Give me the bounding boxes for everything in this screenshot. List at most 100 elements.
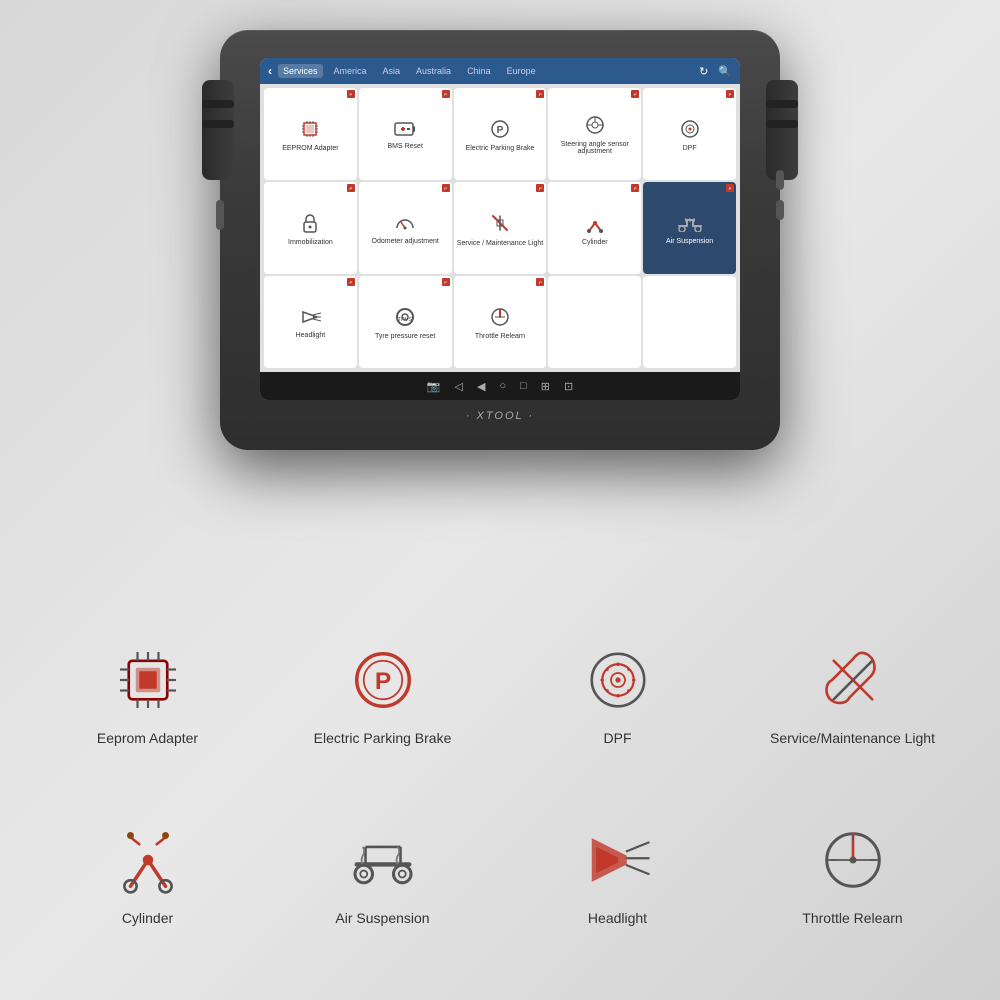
service-label-cylinder: Cylinder	[582, 239, 608, 246]
apps-btn[interactable]: ⊞	[541, 380, 550, 393]
service-label-steering: Steering angle sensor adjustment	[550, 141, 639, 155]
nav-tab-europe[interactable]: Europe	[502, 64, 541, 78]
service-label-bms: BMS Reset	[387, 143, 422, 150]
pdf-badge: P	[726, 184, 734, 192]
feature-label-maintenance: Service/Maintenance Light	[770, 730, 935, 746]
chip-icon	[300, 119, 320, 143]
service-cell-empty2	[643, 276, 736, 368]
pdf-badge: P	[442, 184, 450, 192]
feature-label-eeprom: Eeprom Adapter	[97, 730, 198, 746]
refresh-icon[interactable]: ↻	[699, 65, 708, 78]
service-cell-throttle[interactable]: P Throttle Relearn	[454, 276, 547, 368]
svg-text:P: P	[374, 668, 390, 695]
system-bar: 📷 ◁ ◀ ○ □ ⊞ ⊡	[260, 372, 740, 400]
service-label-epb: Electric Parking Brake	[466, 145, 535, 152]
pdf-badge: P	[536, 90, 544, 98]
back2-sys-btn[interactable]: ◀	[477, 380, 485, 393]
service-cell-empty1	[548, 276, 641, 368]
pdf-badge: P	[536, 278, 544, 286]
screen-content: ‹ Services America Asia Australia China …	[260, 58, 740, 400]
nav-tab-australia[interactable]: Australia	[411, 64, 456, 78]
pdf-badge: P	[347, 184, 355, 192]
features-row-1: Eeprom Adapter P Electric Parking Brake	[30, 640, 970, 810]
feature-label-throttle: Throttle Relearn	[802, 910, 902, 926]
service-cell-eeprom[interactable]: P	[264, 88, 357, 180]
service-label-tyre: Tyre pressure reset	[375, 333, 435, 340]
feature-label-cylinder: Cylinder	[122, 910, 173, 926]
nav-tab-asia[interactable]: Asia	[378, 64, 406, 78]
service-cell-epb[interactable]: P P Electric Parking Brake	[454, 88, 547, 180]
feature-headlight: Headlight	[518, 820, 718, 926]
service-cell-bms[interactable]: P BMS Reset	[359, 88, 452, 180]
feature-icon-air-suspension	[338, 820, 428, 900]
pdf-badge: P	[631, 184, 639, 192]
service-label-eeprom: EEPROM Adapter	[282, 145, 338, 152]
pdf-badge: P	[442, 90, 450, 98]
feature-icon-eeprom	[103, 640, 193, 720]
feature-throttle: Throttle Relearn	[753, 820, 953, 926]
headlight-icon	[299, 308, 321, 330]
service-cell-maintenance[interactable]: P Service / Maintenance Light	[454, 182, 547, 274]
tyre-icon: TPMS	[395, 307, 415, 331]
feature-air-suspension: Air Suspension	[283, 820, 483, 926]
pdf-badge: P	[536, 184, 544, 192]
feature-label-headlight: Headlight	[588, 910, 647, 926]
feature-epb: P Electric Parking Brake	[283, 640, 483, 746]
home-btn[interactable]: ○	[499, 380, 506, 392]
square-btn[interactable]: □	[520, 380, 527, 392]
feature-dpf: DPF	[518, 640, 718, 746]
service-cell-air-suspension[interactable]: P	[643, 182, 736, 274]
service-label-throttle: Throttle Relearn	[475, 333, 525, 340]
suspension-icon	[677, 214, 703, 236]
service-label-odometer: Odometer adjustment	[372, 238, 439, 245]
feature-eeprom: Eeprom Adapter	[48, 640, 248, 746]
feature-icon-epb: P	[338, 640, 428, 720]
service-cell-steering[interactable]: P Steering angle sensor adjustment	[548, 88, 641, 180]
back-button[interactable]: ‹	[268, 64, 272, 78]
nav-tab-china[interactable]: China	[462, 64, 496, 78]
grip-left	[202, 80, 234, 180]
throttle-icon	[490, 307, 510, 331]
pdf-badge: P	[347, 278, 355, 286]
search-icon[interactable]: 🔍	[718, 65, 732, 78]
grip-right	[766, 80, 798, 180]
features-row-2: Cylinder	[30, 820, 970, 990]
nav-tab-services[interactable]: Services	[278, 64, 323, 78]
brand-label: · XTOOL ·	[466, 410, 534, 422]
feature-icon-cylinder	[103, 820, 193, 900]
service-cell-immobilize[interactable]: P Immobilization	[264, 182, 357, 274]
feature-label-dpf: DPF	[604, 730, 632, 746]
dpf-icon	[680, 119, 700, 143]
svg-text:TPMS: TPMS	[398, 317, 413, 323]
side-button-right-2[interactable]	[776, 200, 784, 220]
screenshot-btn[interactable]: 📷	[427, 380, 441, 393]
service-label-maintenance: Service / Maintenance Light	[457, 240, 543, 247]
wrench-x-icon	[489, 212, 511, 238]
service-cell-cylinder[interactable]: P Cylinder	[548, 182, 641, 274]
service-cell-tyre[interactable]: P TPMS Tyre pressure reset	[359, 276, 452, 368]
speedometer-icon	[394, 214, 416, 236]
nav-tab-america[interactable]: America	[329, 64, 372, 78]
feature-icon-headlight	[573, 820, 663, 900]
feature-cylinder: Cylinder	[48, 820, 248, 926]
side-button-right-1[interactable]	[776, 170, 784, 190]
service-cell-odometer[interactable]: P Odometer adjustment	[359, 182, 452, 274]
cylinder-icon	[584, 213, 606, 237]
service-cell-headlight[interactable]: P Headlight	[264, 276, 357, 368]
steering-icon	[585, 115, 605, 139]
pdf-badge: P	[347, 90, 355, 98]
settings-btn[interactable]: ⊡	[564, 380, 573, 393]
service-label-dpf: DPF	[683, 145, 697, 152]
pdf-badge: P	[726, 90, 734, 98]
service-label-air-suspension: Air Suspension	[666, 238, 713, 245]
side-button-left[interactable]	[216, 200, 224, 230]
service-label-headlight: Headlight	[296, 332, 326, 339]
pdf-badge: P	[631, 90, 639, 98]
service-label-immobilize: Immobilization	[288, 239, 333, 246]
back-sys-btn[interactable]: ◁	[455, 380, 463, 393]
feature-label-air-suspension: Air Suspension	[335, 910, 429, 926]
device-body: ‹ Services America Asia Australia China …	[220, 30, 780, 450]
service-cell-dpf[interactable]: P DPF	[643, 88, 736, 180]
feature-label-epb: Electric Parking Brake	[314, 730, 452, 746]
pdf-badge: P	[442, 278, 450, 286]
